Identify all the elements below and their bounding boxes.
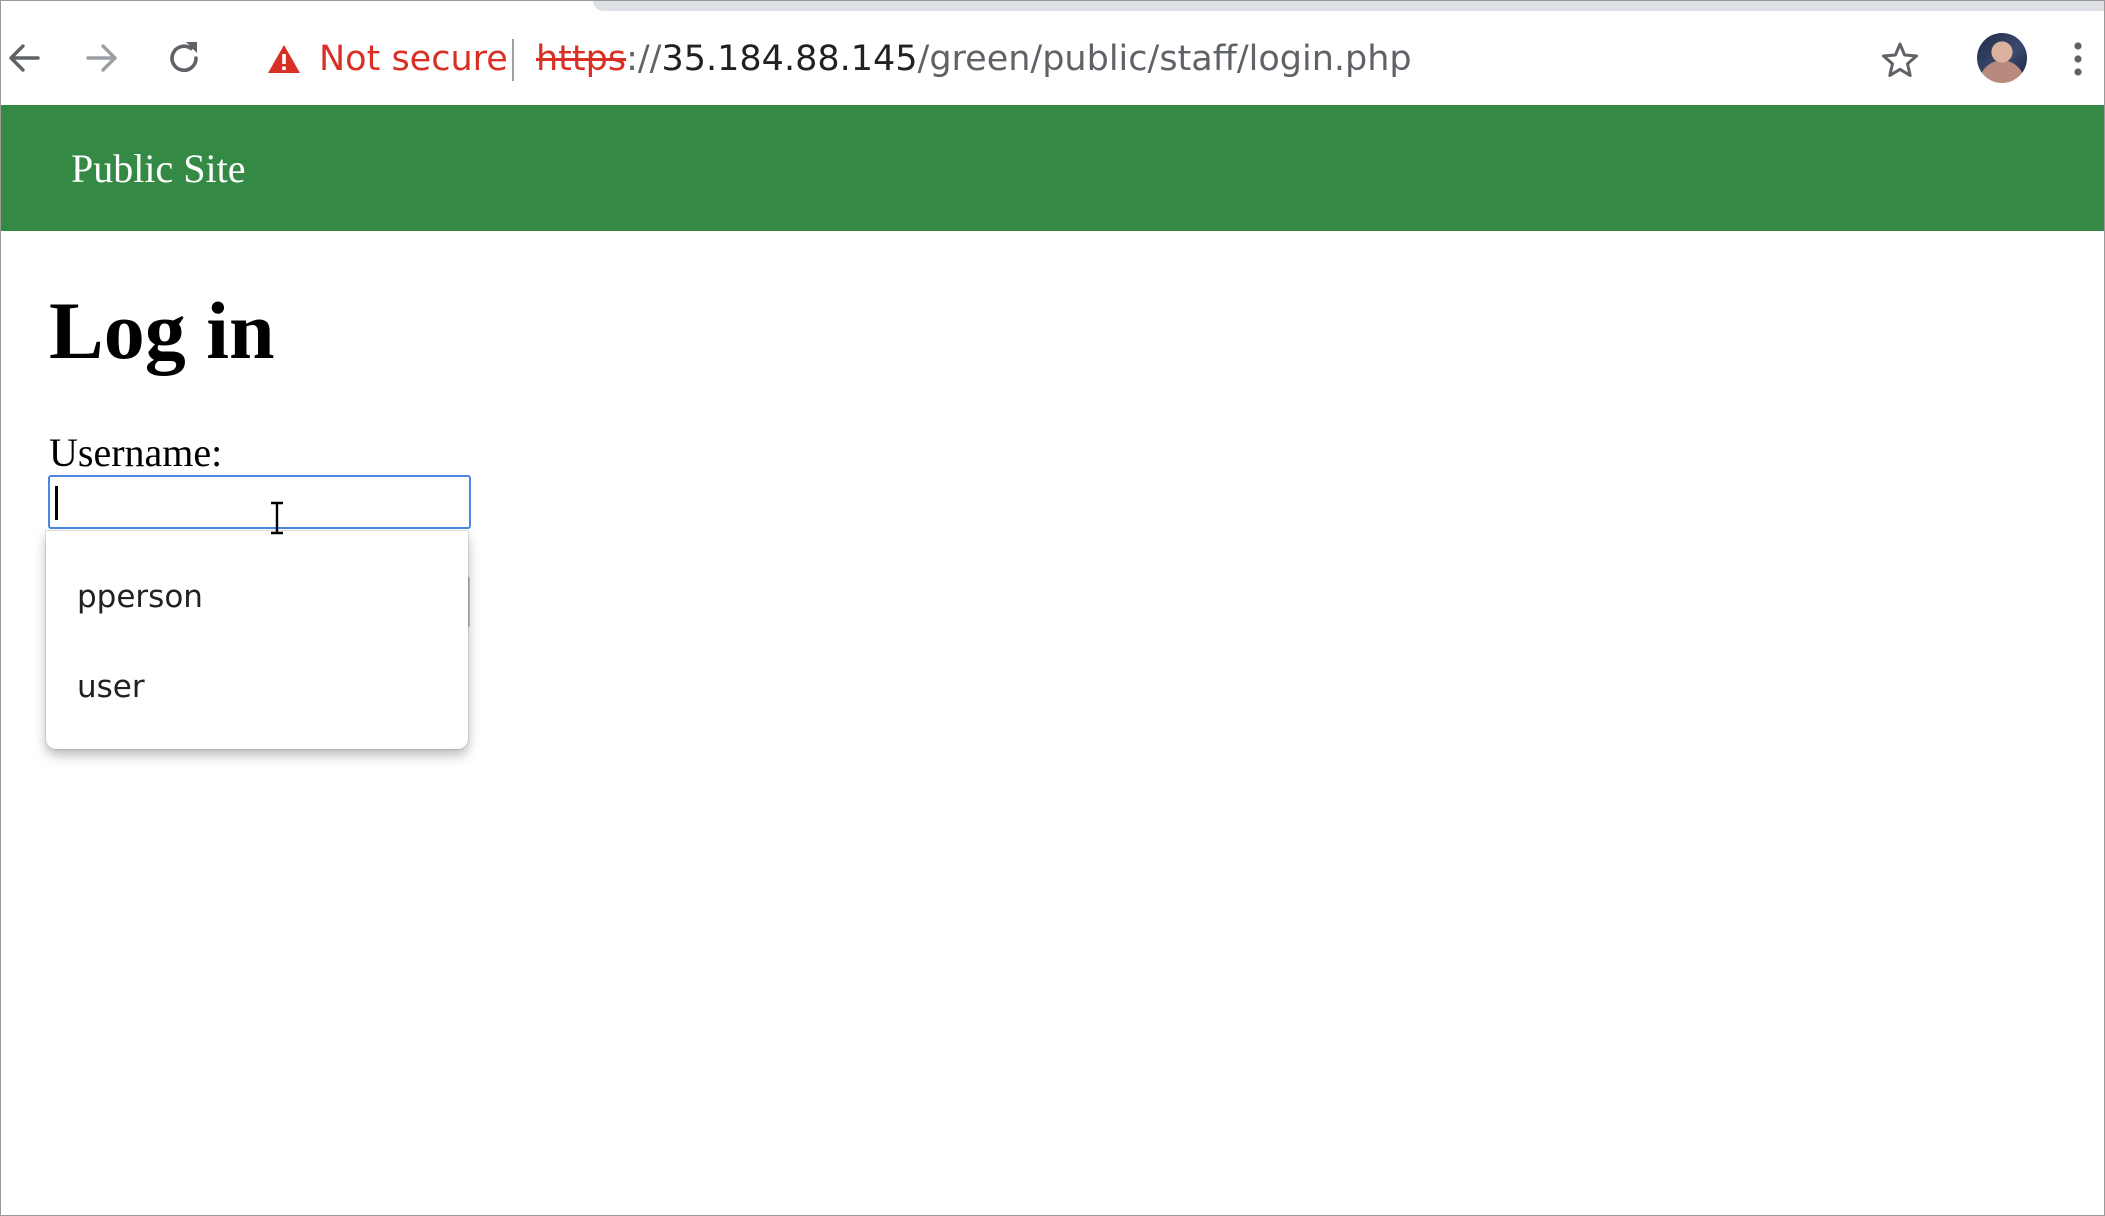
username-label: Username:: [49, 430, 223, 475]
autocomplete-dropdown: pperson user: [46, 531, 468, 749]
forward-arrow-icon[interactable]: [85, 41, 119, 75]
text-caret: [55, 486, 58, 520]
autocomplete-option[interactable]: pperson: [46, 567, 468, 627]
username-input[interactable]: [48, 475, 471, 529]
page-title: Log in: [49, 285, 275, 376]
tab-strip-edge: [593, 1, 2104, 11]
url-separator: ://: [626, 39, 662, 79]
public-site-link[interactable]: Public Site: [71, 145, 245, 192]
security-label: Not secure: [319, 39, 508, 79]
profile-avatar[interactable]: [1977, 33, 2027, 83]
back-arrow-icon[interactable]: [7, 41, 41, 75]
url-path: /green/public/staff/login.php: [917, 39, 1412, 79]
warning-triangle-icon: [268, 45, 300, 73]
ibeam-cursor-icon: [271, 501, 283, 535]
kebab-menu-icon[interactable]: [2071, 41, 2085, 77]
star-icon[interactable]: [1881, 41, 1919, 79]
browser-toolbar: Not secure https://35.184.88.145/green/p…: [1, 1, 2104, 105]
address-bar[interactable]: https://35.184.88.145/green/public/staff…: [536, 37, 1412, 81]
site-header: Public Site: [1, 105, 2104, 231]
autocomplete-option[interactable]: user: [46, 657, 468, 717]
omnibox-divider: [512, 39, 514, 81]
security-indicator[interactable]: Not secure: [267, 37, 508, 81]
url-scheme: https: [536, 39, 627, 79]
browser-window: Not secure https://35.184.88.145/green/p…: [0, 0, 2105, 1216]
url-host: 35.184.88.145: [661, 39, 918, 79]
reload-icon[interactable]: [165, 39, 203, 77]
